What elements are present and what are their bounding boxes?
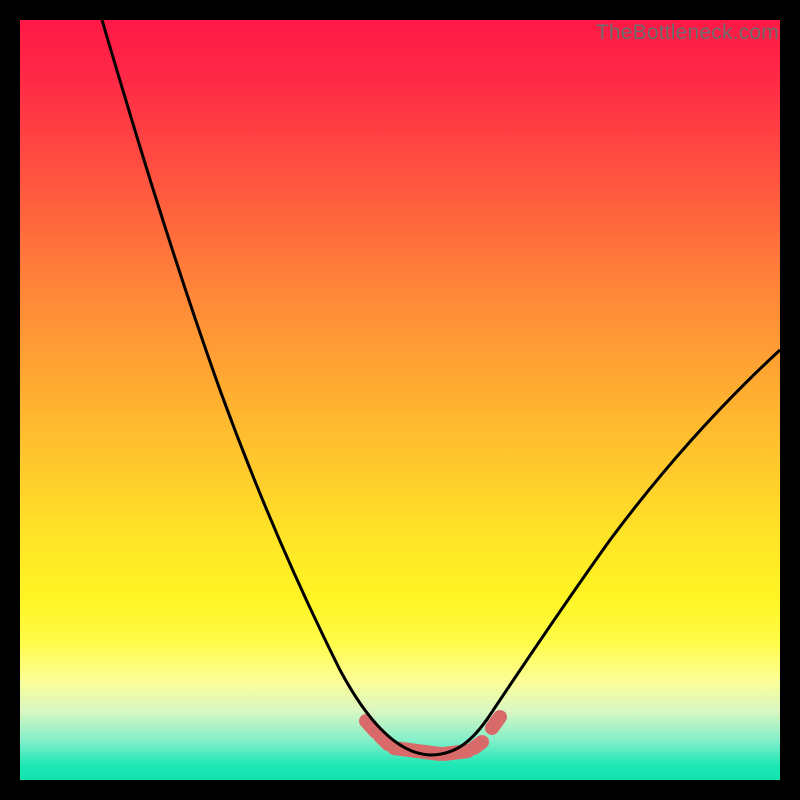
watermark-text: TheBottleneck.com bbox=[596, 21, 779, 45]
plot-area bbox=[20, 20, 780, 780]
left-curve bbox=[102, 20, 430, 755]
chart-svg bbox=[20, 20, 780, 780]
outer-frame: TheBottleneck.com bbox=[0, 0, 800, 800]
right-curve bbox=[430, 350, 780, 755]
